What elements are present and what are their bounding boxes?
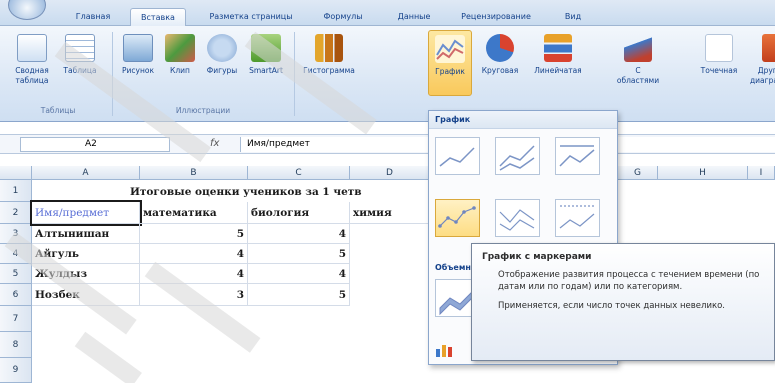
tab-insert[interactable]: Вставка (130, 8, 186, 26)
other-charts-label: Другие диаграммы (750, 66, 775, 85)
header-cell-chemistry[interactable]: химия (350, 202, 430, 224)
picture-button[interactable]: Рисунок (118, 34, 158, 76)
header-cell-name[interactable]: Имя/предмет (30, 200, 142, 226)
column-header[interactable]: A (32, 166, 140, 180)
scatter-chart-label: Точечная (700, 66, 738, 75)
percent-line-with-markers-option[interactable] (555, 199, 600, 237)
clip-button[interactable]: Клип (160, 34, 200, 76)
shapes-icon (207, 34, 237, 62)
ribbon: Сводная таблица Таблица Таблицы Рисунок … (0, 26, 775, 122)
column-header[interactable]: C (248, 166, 350, 180)
line-chart-icon (435, 35, 465, 63)
office-button[interactable] (8, 0, 46, 20)
chart-tooltip: График с маркерами Отображение развития … (471, 243, 775, 361)
histogram-icon (315, 34, 343, 62)
column-header[interactable]: G (618, 166, 658, 180)
header-cell-math[interactable]: математика (140, 202, 248, 224)
picture-label: Рисунок (122, 66, 154, 75)
pie-chart-button[interactable]: Круговая (476, 34, 524, 76)
select-all-corner[interactable] (0, 166, 32, 180)
row-header[interactable]: 9 (0, 358, 32, 383)
line-chart-label: График (435, 67, 465, 76)
line-chart-button[interactable]: График (428, 30, 472, 96)
clip-label: Клип (170, 66, 190, 75)
pivot-table-icon (17, 34, 47, 62)
row-header[interactable]: 6 (0, 284, 32, 306)
grade-cell[interactable]: 5 (248, 284, 350, 306)
grade-cell[interactable]: 5 (140, 224, 248, 244)
fx-icon[interactable]: fx (210, 138, 219, 149)
area-chart-button[interactable]: С областями (614, 34, 662, 86)
column-header[interactable]: H (658, 166, 748, 180)
bar-chart-button[interactable]: Линейчатая (530, 34, 586, 76)
formula-bar: A2 fx Имя/предмет (0, 134, 775, 154)
row-header[interactable]: 8 (0, 332, 32, 358)
line-chart-option[interactable] (435, 137, 480, 175)
pie-chart-icon (486, 34, 514, 62)
row-header[interactable]: 7 (0, 306, 32, 332)
percent-line-chart-option[interactable] (555, 137, 600, 175)
watermark-stroke (74, 331, 142, 383)
student-name-cell[interactable]: Алтынишан (32, 224, 140, 244)
gallery-header: График (429, 111, 617, 129)
pie-chart-label: Круговая (481, 66, 519, 75)
tooltip-description: Отображение развития процесса с течением… (498, 270, 760, 292)
grade-cell[interactable]: 4 (140, 244, 248, 264)
clip-icon (165, 34, 195, 62)
sheet-title-cell[interactable]: Итоговые оценки учеников за 1 четв (130, 186, 362, 198)
pivot-table-label: Сводная таблица (15, 66, 49, 85)
column-header[interactable]: I (748, 166, 775, 180)
tab-data[interactable]: Данные (384, 8, 444, 26)
stacked-line-chart-option[interactable] (495, 137, 540, 175)
tab-review[interactable]: Рецензирование (448, 8, 544, 26)
grade-cell[interactable]: 5 (248, 244, 350, 264)
stacked-line-with-markers-option[interactable] (495, 199, 540, 237)
group-separator (112, 32, 113, 116)
tab-formulas[interactable]: Формулы (310, 8, 376, 26)
tooltip-usage-note: Применяется, если число точек данных нев… (498, 301, 726, 311)
tooltip-title: График с маркерами (482, 252, 592, 262)
shapes-button[interactable]: Фигуры (202, 34, 242, 76)
bar-chart-icon (544, 34, 572, 62)
header-cell-biology[interactable]: биология (248, 202, 350, 224)
area-chart-icon (624, 34, 652, 62)
name-box[interactable]: A2 (20, 137, 170, 152)
picture-icon (123, 34, 153, 62)
line-with-markers-option[interactable] (435, 199, 480, 237)
row-header[interactable]: 1 (0, 180, 32, 202)
pivot-table-button[interactable]: Сводная таблица (10, 34, 54, 86)
row-header[interactable]: 5 (0, 264, 32, 284)
row-header[interactable]: 2 (0, 202, 32, 224)
column-header[interactable]: D (350, 166, 430, 180)
bar-chart-label: Линейчатая (534, 66, 582, 75)
other-charts-button[interactable]: Другие диаграммы (750, 34, 775, 86)
ribbon-tab-bar: Главная Вставка Разметка страницы Формул… (0, 0, 775, 26)
tables-group-label: Таблицы (40, 106, 76, 115)
column-header[interactable]: B (140, 166, 248, 180)
all-chart-types-icon[interactable] (435, 343, 465, 359)
grade-cell[interactable]: 4 (248, 224, 350, 244)
area-chart-label: С областями (616, 66, 660, 85)
scatter-chart-icon (705, 34, 733, 62)
tab-page-layout[interactable]: Разметка страницы (196, 8, 306, 26)
tab-home[interactable]: Главная (62, 8, 124, 26)
grade-cell[interactable]: 4 (248, 264, 350, 284)
shapes-label: Фигуры (206, 66, 238, 75)
tab-view[interactable]: Вид (548, 8, 598, 26)
scatter-chart-button[interactable]: Точечная (694, 34, 744, 76)
other-charts-icon (762, 34, 775, 62)
